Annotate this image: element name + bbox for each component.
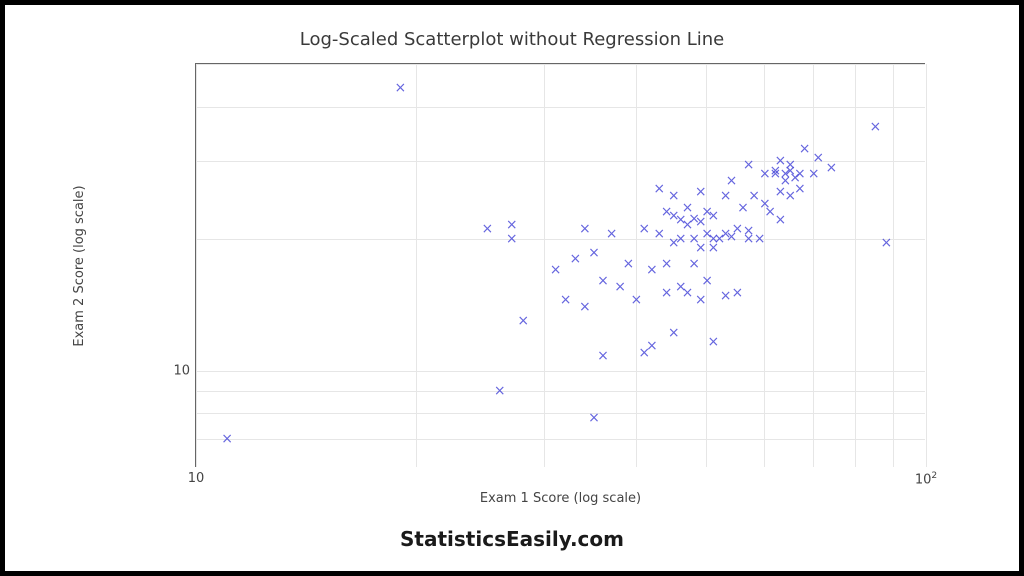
grid-line [636, 64, 637, 467]
scatter-point: × [731, 288, 741, 298]
scatter-point: × [481, 224, 491, 234]
scatter-point: × [695, 295, 705, 305]
footer-brand: StatisticsEasily.com [5, 527, 1019, 551]
scatter-point: × [661, 288, 671, 298]
scatter-point: × [588, 248, 598, 258]
figure-frame: Log-Scaled Scatterplot without Regressio… [0, 0, 1024, 576]
scatter-point: × [769, 169, 779, 179]
scatter-point: × [682, 220, 692, 230]
x-axis-label: Exam 1 Score (log scale) [480, 491, 641, 506]
scatter-point: × [668, 328, 678, 338]
scatter-point: × [614, 282, 624, 292]
scatter-point: × [708, 243, 718, 253]
scatter-point: × [588, 413, 598, 423]
scatter-point: × [764, 207, 774, 217]
scatter-point: × [784, 166, 794, 176]
scatter-point: × [769, 166, 779, 176]
scatter-point: × [780, 169, 790, 179]
scatter-point: × [743, 226, 753, 236]
scatter-point: × [708, 211, 718, 221]
scatter-point: × [579, 224, 589, 234]
scatter-point: × [682, 288, 692, 298]
scatter-point: × [688, 259, 698, 269]
scatter-point: × [695, 243, 705, 253]
scatter-point: × [638, 348, 648, 358]
grid-line [196, 391, 925, 392]
grid-line [855, 64, 856, 467]
scatter-point: × [646, 265, 656, 275]
scatter-point: × [784, 191, 794, 201]
scatter-point: × [668, 211, 678, 221]
grid-line [706, 64, 707, 467]
chart-title: Log-Scaled Scatterplot without Regressio… [5, 29, 1019, 50]
scatter-point: × [688, 214, 698, 224]
grid-line [196, 439, 925, 440]
scatter-point: × [668, 191, 678, 201]
scatter-point: × [638, 224, 648, 234]
grid-line [196, 239, 925, 240]
x-tick-label: 102 [915, 471, 937, 487]
grid-line [196, 413, 925, 414]
grid-line [196, 371, 925, 372]
scatter-point: × [550, 265, 560, 275]
grid-line [196, 107, 925, 108]
scatter-point: × [708, 337, 718, 347]
scatter-point: × [720, 229, 730, 239]
scatter-point: × [794, 169, 804, 179]
scatter-point: × [780, 176, 790, 186]
scatter-point: × [695, 187, 705, 197]
scatter-point: × [394, 83, 404, 93]
grid-line [196, 64, 197, 467]
scatter-point: × [517, 316, 527, 326]
scatter-point: × [880, 238, 890, 248]
x-tick-label: 10 [188, 471, 205, 486]
scatter-point: × [720, 291, 730, 301]
grid-line [893, 64, 894, 467]
y-axis-label: Exam 2 Score (log scale) [72, 185, 87, 346]
grid-line [544, 64, 545, 467]
scatter-point: × [737, 203, 747, 213]
scatter-point: × [622, 259, 632, 269]
scatter-point: × [799, 144, 809, 154]
grid-line [416, 64, 417, 467]
scatter-point: × [653, 184, 663, 194]
scatter-point: × [869, 122, 879, 132]
scatter-point: × [731, 224, 741, 234]
scatter-point: × [506, 220, 516, 230]
scatter-point: × [675, 215, 685, 225]
grid-line [813, 64, 814, 467]
scatter-point: × [570, 254, 580, 264]
grid-line [926, 64, 927, 467]
scatter-point: × [653, 229, 663, 239]
scatter-point: × [726, 232, 736, 242]
scatter-point: × [597, 351, 607, 361]
scatter-point: × [748, 191, 758, 201]
scatter-point: × [789, 173, 799, 183]
scatter-point: × [646, 341, 656, 351]
scatter-point: × [661, 259, 671, 269]
scatter-point: × [682, 203, 692, 213]
grid-line [764, 64, 765, 467]
scatter-point: × [579, 302, 589, 312]
scatter-point: × [675, 282, 685, 292]
scatter-point: × [775, 187, 785, 197]
scatter-point: × [794, 184, 804, 194]
scatter-point: × [695, 217, 705, 227]
scatter-point: × [726, 176, 736, 186]
y-tick-label: 10 [173, 363, 190, 378]
scatter-point: × [560, 295, 570, 305]
scatter-point: × [597, 276, 607, 286]
plot-area: Exam 1 Score (log scale) Exam 2 Score (l… [195, 63, 925, 467]
scatter-point: × [668, 238, 678, 248]
scatter-point: × [720, 191, 730, 201]
scatter-point: × [775, 215, 785, 225]
scatter-point: × [661, 207, 671, 217]
scatter-point: × [826, 163, 836, 173]
grid-line [196, 161, 925, 162]
grid-line [196, 64, 925, 65]
scatter-point: × [606, 229, 616, 239]
